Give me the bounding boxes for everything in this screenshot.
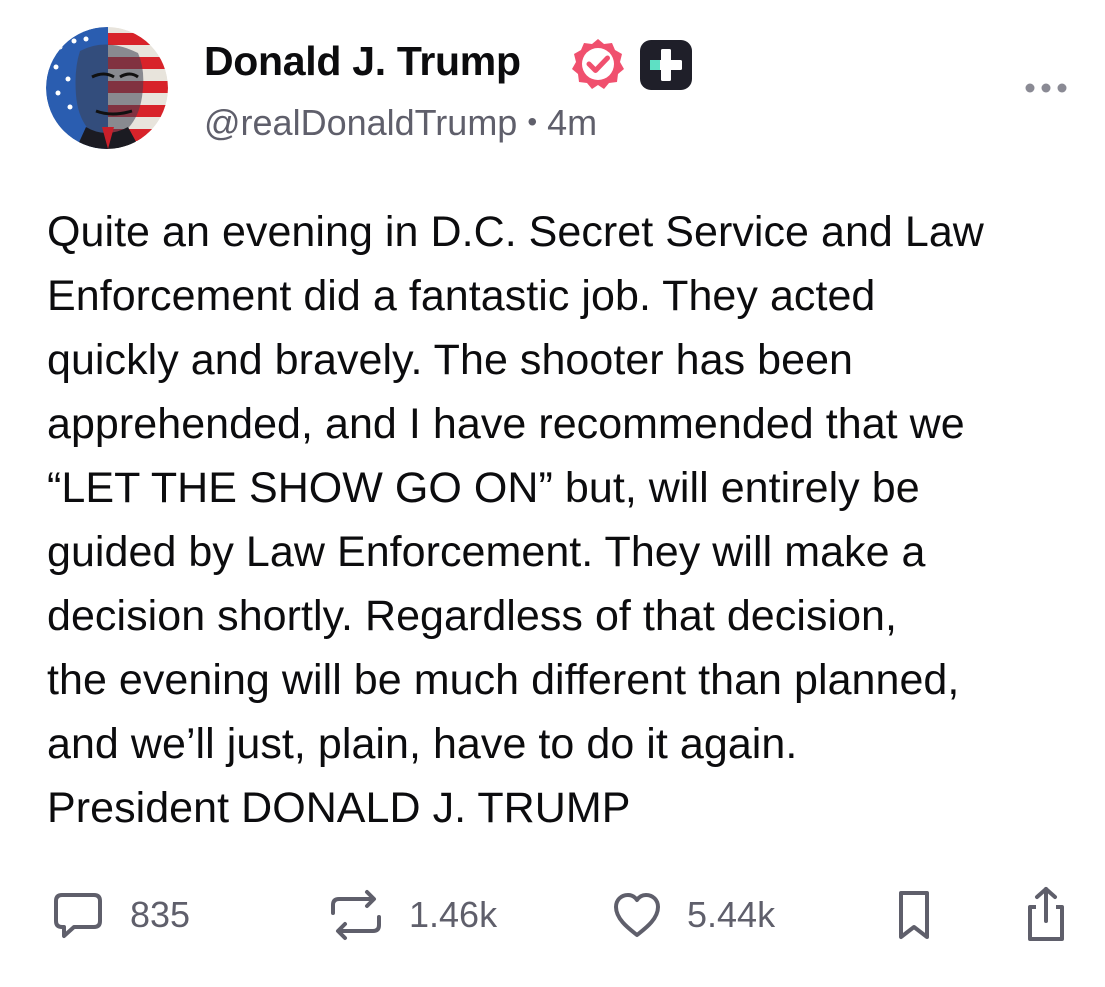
share-icon xyxy=(1028,887,1064,941)
plus-badge-icon xyxy=(639,39,693,91)
like-count: 5.44k xyxy=(687,894,776,935)
repost-count: 1.46k xyxy=(409,894,498,935)
verified-badge-icon xyxy=(571,37,625,91)
bookmark-icon xyxy=(899,891,929,939)
handle-line: @realDonaldTrump • 4m xyxy=(204,102,597,144)
post-timestamp[interactable]: 4m xyxy=(547,102,597,143)
author-name[interactable]: Donald J. Trump xyxy=(204,38,521,85)
repost-arrows-icon xyxy=(331,890,381,940)
reply-button[interactable]: 835 xyxy=(50,880,190,950)
heart-icon xyxy=(614,893,660,937)
separator-dot: • xyxy=(527,106,538,137)
repost-button[interactable]: 1.46k xyxy=(327,880,497,950)
share-button[interactable] xyxy=(1020,880,1072,950)
post-card: Donald J. Trump @realDonaldTrump • 4m Quit… xyxy=(0,0,1105,987)
more-options-icon xyxy=(1025,83,1067,93)
like-button[interactable]: 5.44k xyxy=(611,880,775,950)
post-text: Quite an evening in D.C. Secret Service … xyxy=(47,208,984,832)
reply-bubble-icon xyxy=(54,893,102,938)
bookmark-button[interactable] xyxy=(893,880,935,950)
avatar[interactable] xyxy=(46,27,168,149)
more-options-button[interactable] xyxy=(1022,74,1070,102)
reply-count: 835 xyxy=(130,894,191,935)
post-actions-bar: 835 1.46k 5.44k xyxy=(0,880,1105,950)
avatar-portrait-image xyxy=(46,27,168,149)
author-handle[interactable]: @realDonaldTrump xyxy=(204,102,517,143)
